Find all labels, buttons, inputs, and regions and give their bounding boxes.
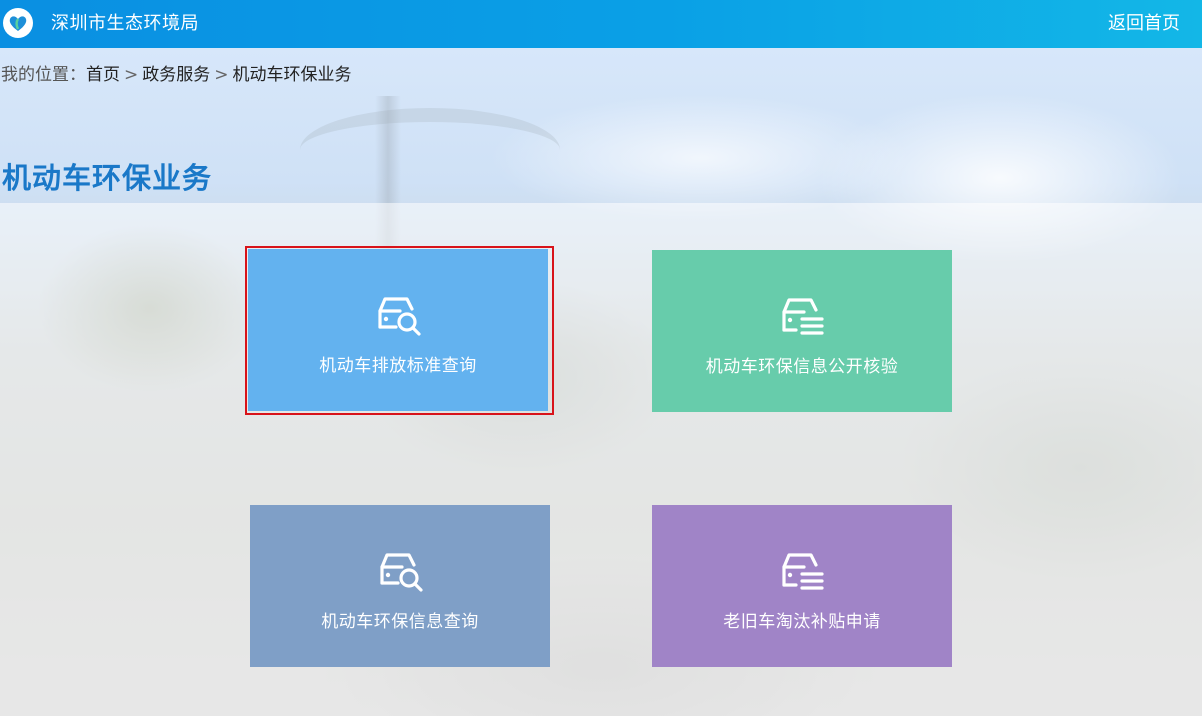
car-search-icon: [380, 553, 423, 592]
car-list-icon: [782, 298, 824, 335]
top-bar: 深圳市生态环境局 返回首页: [0, 0, 1202, 48]
site-title: 深圳市生态环境局: [51, 13, 199, 34]
tile-label: 老旧车淘汰补贴申请: [723, 612, 881, 632]
breadcrumb-current[interactable]: 机动车环保业务: [233, 65, 352, 85]
tile-env-info-query[interactable]: 机动车环保信息查询: [250, 505, 550, 667]
breadcrumb-prefix: 我的位置：: [1, 65, 86, 85]
tile-label: 机动车环保信息查询: [321, 612, 479, 632]
content-panel: [0, 203, 1202, 716]
car-search-icon: [378, 297, 421, 336]
return-home-link[interactable]: 返回首页: [1108, 12, 1180, 36]
breadcrumb-separator: >: [214, 65, 229, 85]
breadcrumb-separator: >: [124, 65, 139, 85]
breadcrumb-gov-services[interactable]: 政务服务: [142, 65, 210, 85]
car-list-icon: [782, 553, 824, 590]
page-title: 机动车环保业务: [2, 161, 213, 195]
breadcrumb: 我的位置：首页 > 政务服务 > 机动车环保业务: [1, 63, 352, 87]
heart-logo-icon[interactable]: [3, 8, 33, 38]
breadcrumb-home[interactable]: 首页: [86, 65, 120, 85]
tile-label: 机动车环保信息公开核验: [705, 357, 899, 377]
tile-env-info-verification[interactable]: 机动车环保信息公开核验: [652, 250, 952, 412]
tile-old-vehicle-subsidy[interactable]: 老旧车淘汰补贴申请: [652, 505, 952, 667]
tile-emission-standard-query[interactable]: 机动车排放标准查询: [248, 249, 548, 411]
background-arm: [300, 108, 560, 192]
tile-label: 机动车排放标准查询: [319, 356, 477, 376]
